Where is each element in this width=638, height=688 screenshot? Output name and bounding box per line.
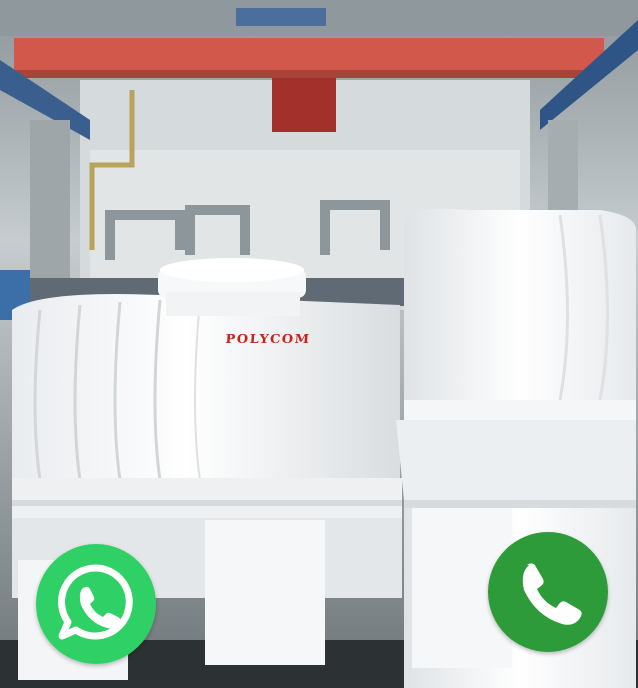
tank-brand-label: POLYCOM bbox=[224, 332, 312, 347]
call-button[interactable] bbox=[488, 532, 608, 652]
whatsapp-button[interactable] bbox=[36, 544, 156, 664]
phone-icon bbox=[488, 532, 608, 652]
product-banner: POLYCOM bbox=[0, 0, 638, 688]
whatsapp-icon bbox=[36, 544, 156, 664]
